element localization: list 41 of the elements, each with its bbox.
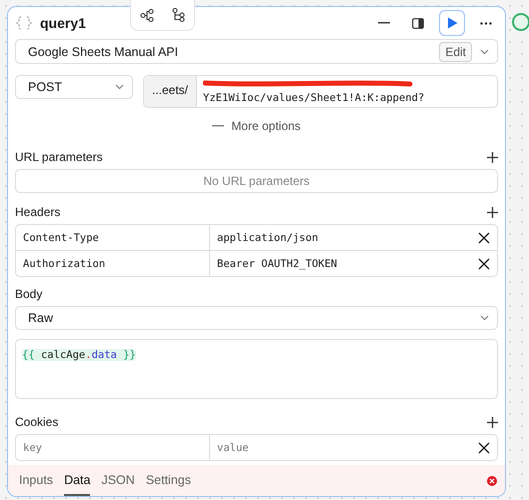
minus-icon bbox=[212, 125, 224, 127]
add-icon[interactable] bbox=[487, 152, 498, 162]
code-editor[interactable]: {{ calcAge.data }} bbox=[15, 339, 498, 399]
panel-icon bbox=[412, 18, 424, 28]
add-icon[interactable] bbox=[487, 206, 498, 218]
chevron-down-icon bbox=[480, 315, 489, 321]
tab[interactable]: Data bbox=[64, 465, 90, 496]
chevron-down-icon bbox=[480, 48, 489, 54]
header-key-cell[interactable]: Authorization bbox=[16, 251, 209, 276]
run-button[interactable] bbox=[439, 10, 465, 36]
method-select[interactable]: POST bbox=[15, 75, 133, 99]
ellipsis-icon bbox=[480, 22, 492, 24]
header-key-cell[interactable]: Content-Type bbox=[16, 225, 209, 250]
header-value-cell[interactable]: application/json bbox=[209, 225, 497, 250]
share-nodes-icon[interactable] bbox=[140, 8, 154, 22]
status-dot bbox=[512, 13, 529, 31]
edit-button[interactable]: Edit bbox=[439, 42, 472, 62]
more-options-button[interactable]: More options bbox=[212, 119, 301, 133]
error-icon bbox=[487, 476, 497, 486]
section-title: URL parameters bbox=[15, 150, 103, 164]
braces-icon bbox=[16, 16, 32, 30]
body-type-select[interactable]: Raw bbox=[15, 306, 498, 330]
url-field[interactable]: ...eets/ YzE1WiIoc/values/Sheet1!A:K:append? bbox=[143, 75, 498, 108]
tab[interactable]: Settings bbox=[146, 465, 191, 496]
empty-message: No URL parameters bbox=[15, 169, 498, 193]
section-title: Cookies bbox=[15, 415, 58, 429]
resource-select[interactable]: Google Sheets Manual API Edit bbox=[15, 39, 498, 64]
section-title: Headers bbox=[15, 205, 60, 219]
header-value-cell[interactable]: Bearer OAUTH2_TOKEN bbox=[209, 251, 497, 276]
close-icon[interactable] bbox=[478, 258, 490, 270]
tab[interactable]: Inputs bbox=[19, 465, 54, 496]
add-icon[interactable] bbox=[487, 416, 498, 428]
minus-icon bbox=[378, 22, 390, 24]
play-icon bbox=[446, 17, 458, 29]
chevron-down-icon bbox=[115, 84, 124, 90]
tree-icon[interactable] bbox=[172, 8, 185, 22]
section-title: Body bbox=[15, 287, 42, 301]
query-title: query1 bbox=[40, 15, 87, 31]
close-icon[interactable] bbox=[478, 232, 490, 244]
tab[interactable]: JSON bbox=[101, 465, 135, 496]
close-icon[interactable] bbox=[478, 442, 490, 454]
